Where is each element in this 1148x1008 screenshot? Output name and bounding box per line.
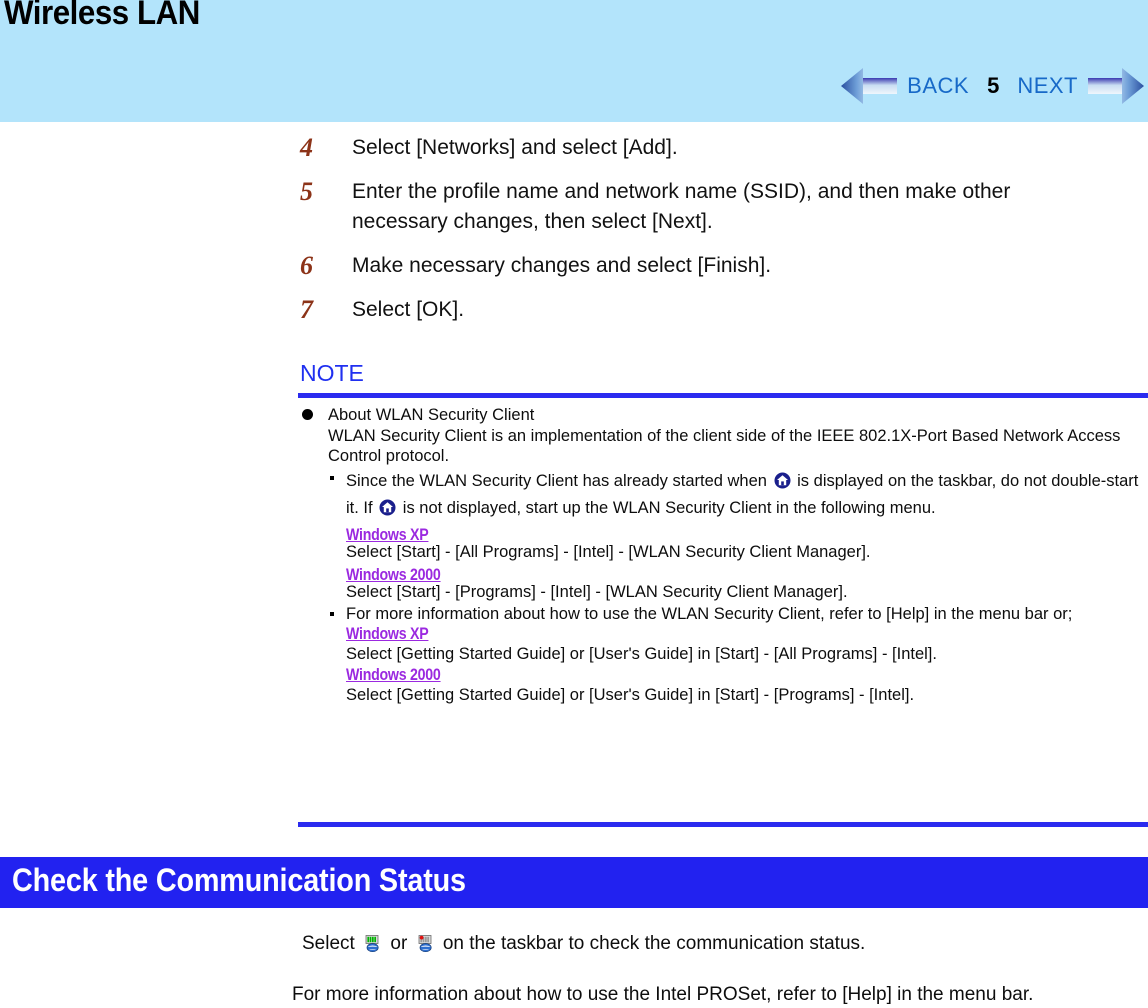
page-title: Wireless LAN bbox=[4, 0, 200, 32]
back-link[interactable]: BACK bbox=[901, 73, 975, 99]
step-text: Make necessary changes and select [Finis… bbox=[352, 254, 772, 277]
step-number: 6 bbox=[300, 251, 313, 280]
os-tag-windows-xp: Windows XP bbox=[346, 625, 429, 643]
os-instruction-windows-2000: Select [Getting Started Guide] or [User'… bbox=[346, 685, 915, 704]
wlan-security-client-icon bbox=[774, 472, 791, 489]
page-number: 5 bbox=[987, 73, 1000, 98]
note-primary-item: About WLAN Security Client WLAN Security… bbox=[300, 405, 1148, 705]
note-sub-text-part3: is not displayed, start up the WLAN Secu… bbox=[402, 498, 936, 517]
wireless-signal-connected-icon bbox=[363, 934, 382, 953]
note-heading-body: WLAN Security Client is an implementatio… bbox=[328, 426, 1121, 466]
note-heading: About WLAN Security Client bbox=[328, 406, 535, 424]
wireless-signal-disconnected-icon bbox=[416, 934, 435, 953]
os-tag-windows-2000: Windows 2000 bbox=[346, 665, 441, 684]
os-tag-windows-2000-wrap: Windows 2000 bbox=[346, 665, 1148, 685]
step-number: 5 bbox=[300, 177, 313, 206]
step-text: Enter the profile name and network name … bbox=[352, 180, 1011, 233]
note-rule-bottom bbox=[298, 822, 1148, 827]
status-text-part1: Select bbox=[302, 933, 355, 954]
note-body: About WLAN Security Client WLAN Security… bbox=[300, 405, 1148, 705]
step-number: 7 bbox=[300, 295, 313, 324]
os-instruction-windows-xp: Select [Getting Started Guide] or [User'… bbox=[346, 645, 937, 663]
os-instruction-windows-2000: Select [Start] - [Programs] - [Intel] - … bbox=[346, 583, 848, 601]
step-item: 4 Select [Networks] and select [Add]. bbox=[300, 133, 1148, 163]
step-text: Select [OK]. bbox=[352, 298, 465, 321]
os-instruction-windows-xp: Select [Start] - [All Programs] - [Intel… bbox=[346, 542, 871, 561]
note-rule-top bbox=[298, 393, 1148, 398]
os-tag-windows-xp-wrap: Windows XP bbox=[346, 522, 1148, 544]
note-label: NOTE bbox=[300, 360, 364, 386]
os-tag-windows-2000: Windows 2000 bbox=[346, 566, 441, 584]
step-text: Select [Networks] and select [Add]. bbox=[352, 136, 678, 159]
os-tag-windows-xp: Windows XP bbox=[346, 525, 429, 544]
square-bullet-icon bbox=[330, 611, 334, 616]
section-banner: Check the Communication Status bbox=[0, 857, 1148, 908]
step-number: 4 bbox=[300, 133, 313, 162]
note-sub-item: For more information about how to use th… bbox=[328, 604, 1148, 706]
note-sub-text-part1: Since the WLAN Security Client has alrea… bbox=[346, 471, 767, 490]
note-sub-list: Since the WLAN Security Client has alrea… bbox=[328, 468, 1148, 706]
page-navigation: BACK 5 NEXT bbox=[839, 64, 1146, 108]
step-item: 7 Select [OK]. bbox=[300, 295, 1148, 325]
note-sub-item: Since the WLAN Security Client has alrea… bbox=[328, 468, 1148, 603]
note-sub-text-part1: For more information about how to use th… bbox=[346, 604, 1073, 623]
numbered-steps-list: 4 Select [Networks] and select [Add]. 5 … bbox=[300, 133, 1148, 339]
communication-status-line: Select or on the taskbar to check the co… bbox=[302, 931, 865, 957]
page-header-band: Wireless LAN BACK 5 NEXT bbox=[0, 0, 1148, 122]
disc-bullet-icon bbox=[302, 409, 313, 420]
os-tag-windows-xp-wrap: Windows XP bbox=[346, 624, 1148, 644]
proset-info-line: For more information about how to use th… bbox=[292, 984, 1034, 1005]
next-arrow-icon[interactable] bbox=[1084, 64, 1146, 108]
step-item: 6 Make necessary changes and select [Fin… bbox=[300, 251, 1148, 281]
next-link[interactable]: NEXT bbox=[1011, 73, 1084, 99]
os-tag-windows-2000-wrap: Windows 2000 bbox=[346, 562, 1148, 584]
step-item: 5 Enter the profile name and network nam… bbox=[300, 177, 1148, 237]
status-text-or: or bbox=[390, 933, 408, 954]
section-title: Check the Communication Status bbox=[12, 862, 466, 898]
status-text-part2: on the taskbar to check the communicatio… bbox=[442, 933, 866, 954]
square-bullet-icon bbox=[330, 475, 334, 480]
wlan-security-client-icon bbox=[379, 499, 396, 516]
back-arrow-icon[interactable] bbox=[839, 64, 901, 108]
